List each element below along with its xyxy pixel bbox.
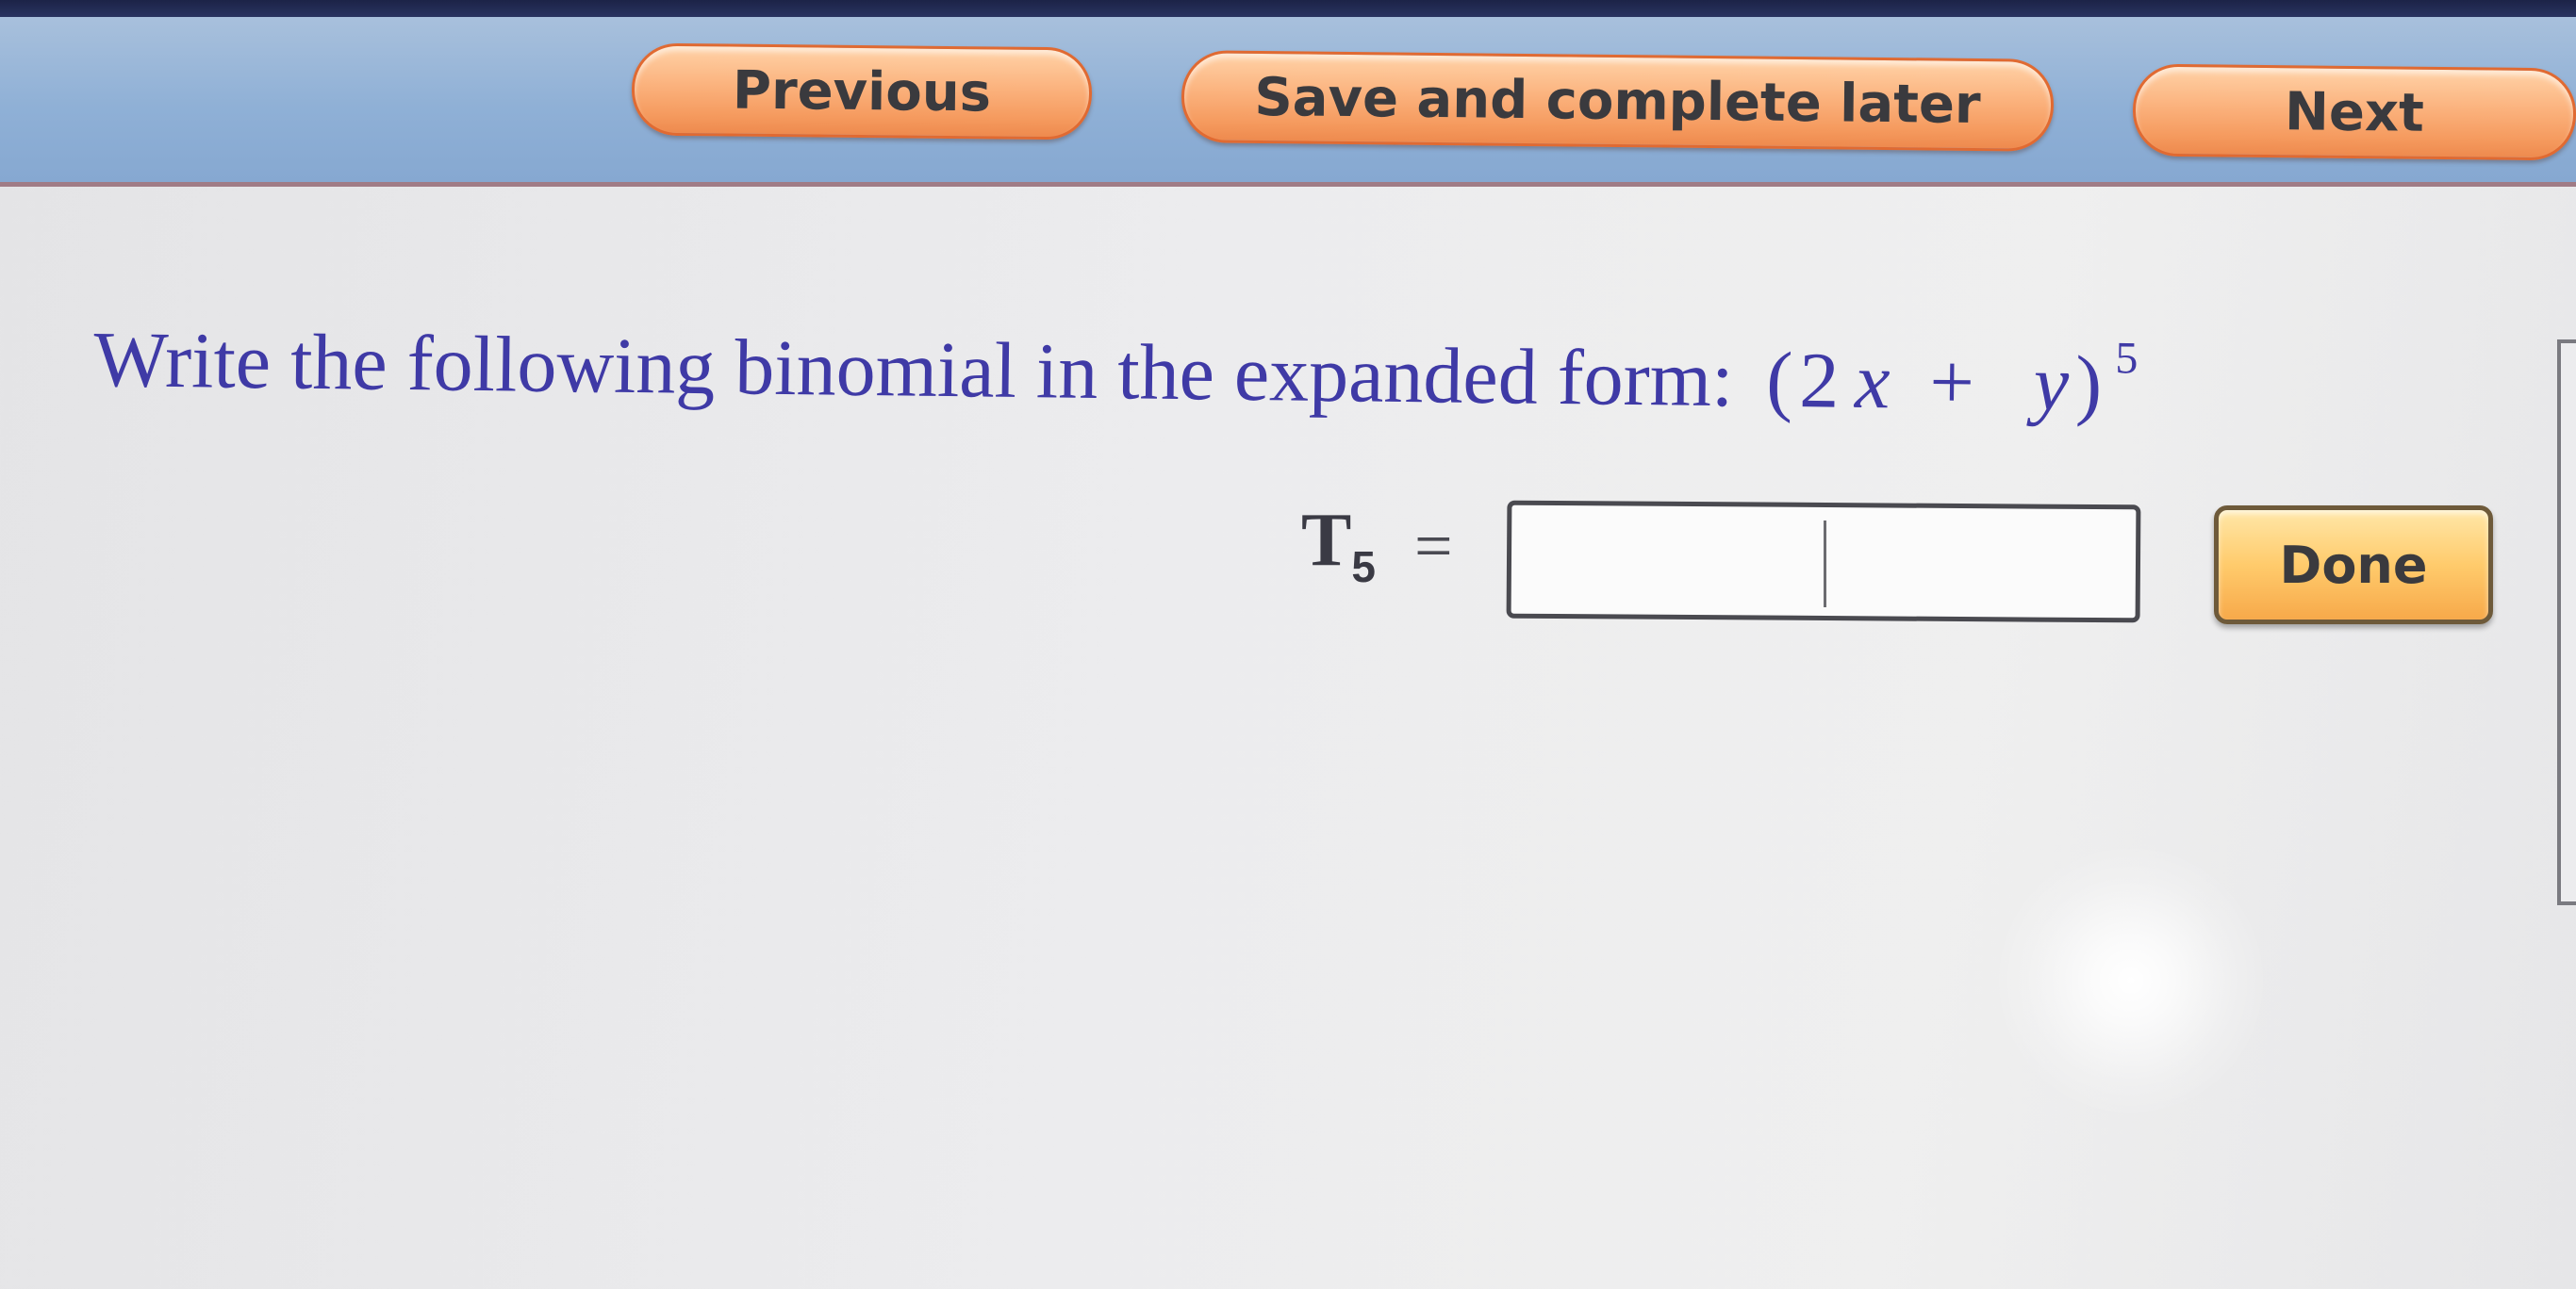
question-prompt: Write the following binomial in the expa… [92, 315, 1734, 424]
coefficient: 2 [1798, 337, 1840, 425]
text-cursor [1824, 521, 1826, 607]
open-paren: ( [1765, 336, 1793, 425]
variable-y: y [2033, 339, 2070, 428]
screen-glare [1999, 849, 2263, 1113]
term-label: T5 [1301, 498, 1376, 592]
previous-button[interactable]: Previous [631, 42, 1093, 140]
term-index: 5 [1351, 542, 1376, 591]
done-button[interactable]: Done [2214, 505, 2493, 624]
side-panel-edge [2557, 339, 2576, 905]
exponent: 5 [2115, 333, 2138, 384]
navigation-bar: Previous Save and complete later Next [0, 17, 2576, 187]
save-and-complete-later-button[interactable]: Save and complete later [1181, 50, 2055, 152]
equals-sign: = [1414, 508, 1453, 584]
next-button[interactable]: Next [2132, 63, 2576, 161]
plus-sign: + [1928, 338, 1975, 427]
binomial-expression: ( 2 x + y ) 5 [1765, 333, 2138, 429]
close-paren: ) [2074, 339, 2103, 429]
question-text: Write the following binomial in the expa… [93, 307, 2138, 430]
variable-x: x [1854, 337, 1891, 426]
term-symbol: T [1301, 499, 1352, 582]
